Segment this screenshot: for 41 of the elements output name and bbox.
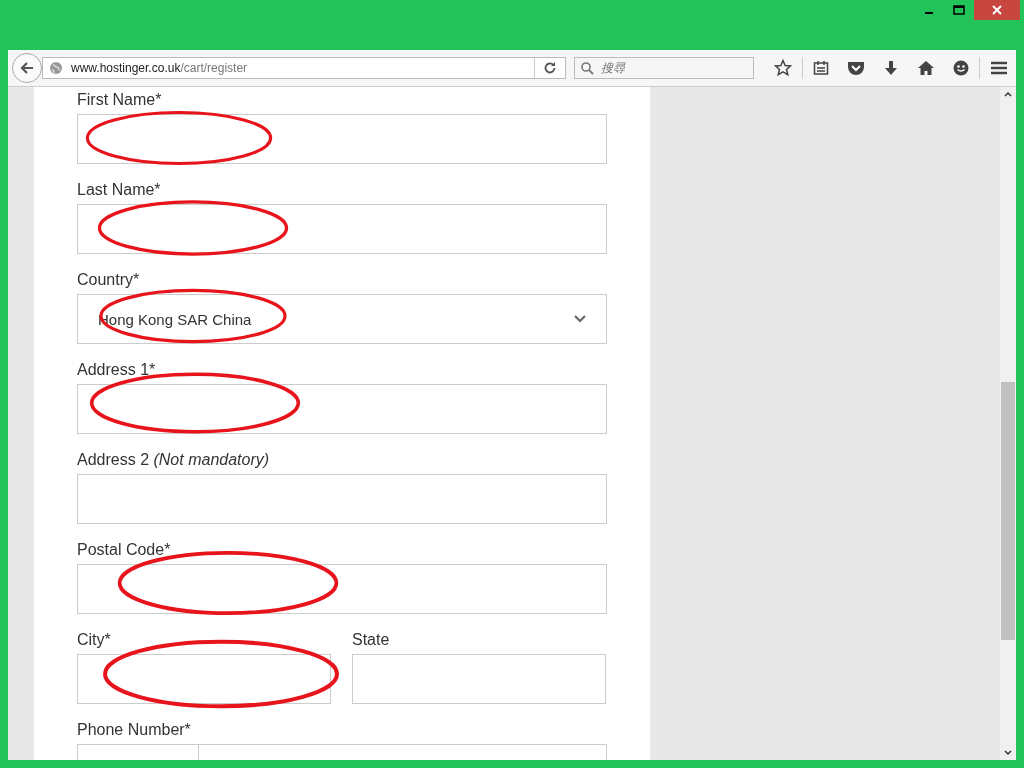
scrollbar[interactable] (1000, 87, 1016, 760)
minimize-icon (925, 12, 933, 14)
chevron-down-icon (574, 315, 586, 323)
field-label: Country* (77, 271, 141, 290)
url-path: /cart/register (180, 61, 248, 75)
field-label: City* (77, 631, 112, 650)
back-arrow-icon (19, 60, 35, 76)
home-icon[interactable] (917, 60, 935, 76)
globe-icon (49, 61, 63, 75)
pocket-icon[interactable] (847, 60, 865, 76)
scroll-up-icon[interactable] (1004, 91, 1012, 97)
input-field[interactable] (77, 114, 607, 164)
field-label: State (352, 631, 391, 650)
input-field[interactable] (77, 474, 607, 524)
input-field[interactable] (77, 654, 331, 704)
field-label: Address 1* (77, 361, 157, 380)
download-icon[interactable] (883, 60, 899, 76)
bookmark-star-icon[interactable] (774, 59, 792, 77)
input-field[interactable] (77, 564, 607, 614)
input-field[interactable] (77, 204, 607, 254)
field-label: Address 2 (Not mandatory) (77, 451, 271, 470)
maximize-icon (953, 5, 965, 15)
menu-icon[interactable] (990, 60, 1008, 76)
search-icon (580, 61, 594, 75)
scrollbar-thumb[interactable] (1001, 382, 1015, 640)
field-label: Postal Code* (77, 541, 172, 560)
reload-icon[interactable] (543, 61, 557, 75)
back-button[interactable] (12, 53, 42, 83)
close-button[interactable] (974, 0, 1020, 20)
url-host: www.hostinger.co.uk (71, 61, 181, 75)
input-field[interactable] (352, 654, 606, 704)
field-label: Last Name* (77, 181, 162, 200)
reading-list-icon[interactable] (813, 60, 829, 76)
input-field[interactable] (77, 384, 607, 434)
scroll-down-icon[interactable] (1004, 750, 1012, 756)
search-field[interactable]: 搜尋 (574, 57, 754, 79)
smiley-icon[interactable] (953, 60, 969, 76)
close-icon (991, 4, 1003, 16)
address-bar[interactable]: www.hostinger.co.uk/cart/register (42, 57, 566, 79)
field-label: First Name* (77, 91, 163, 110)
field-label: Phone Number* (77, 721, 192, 740)
